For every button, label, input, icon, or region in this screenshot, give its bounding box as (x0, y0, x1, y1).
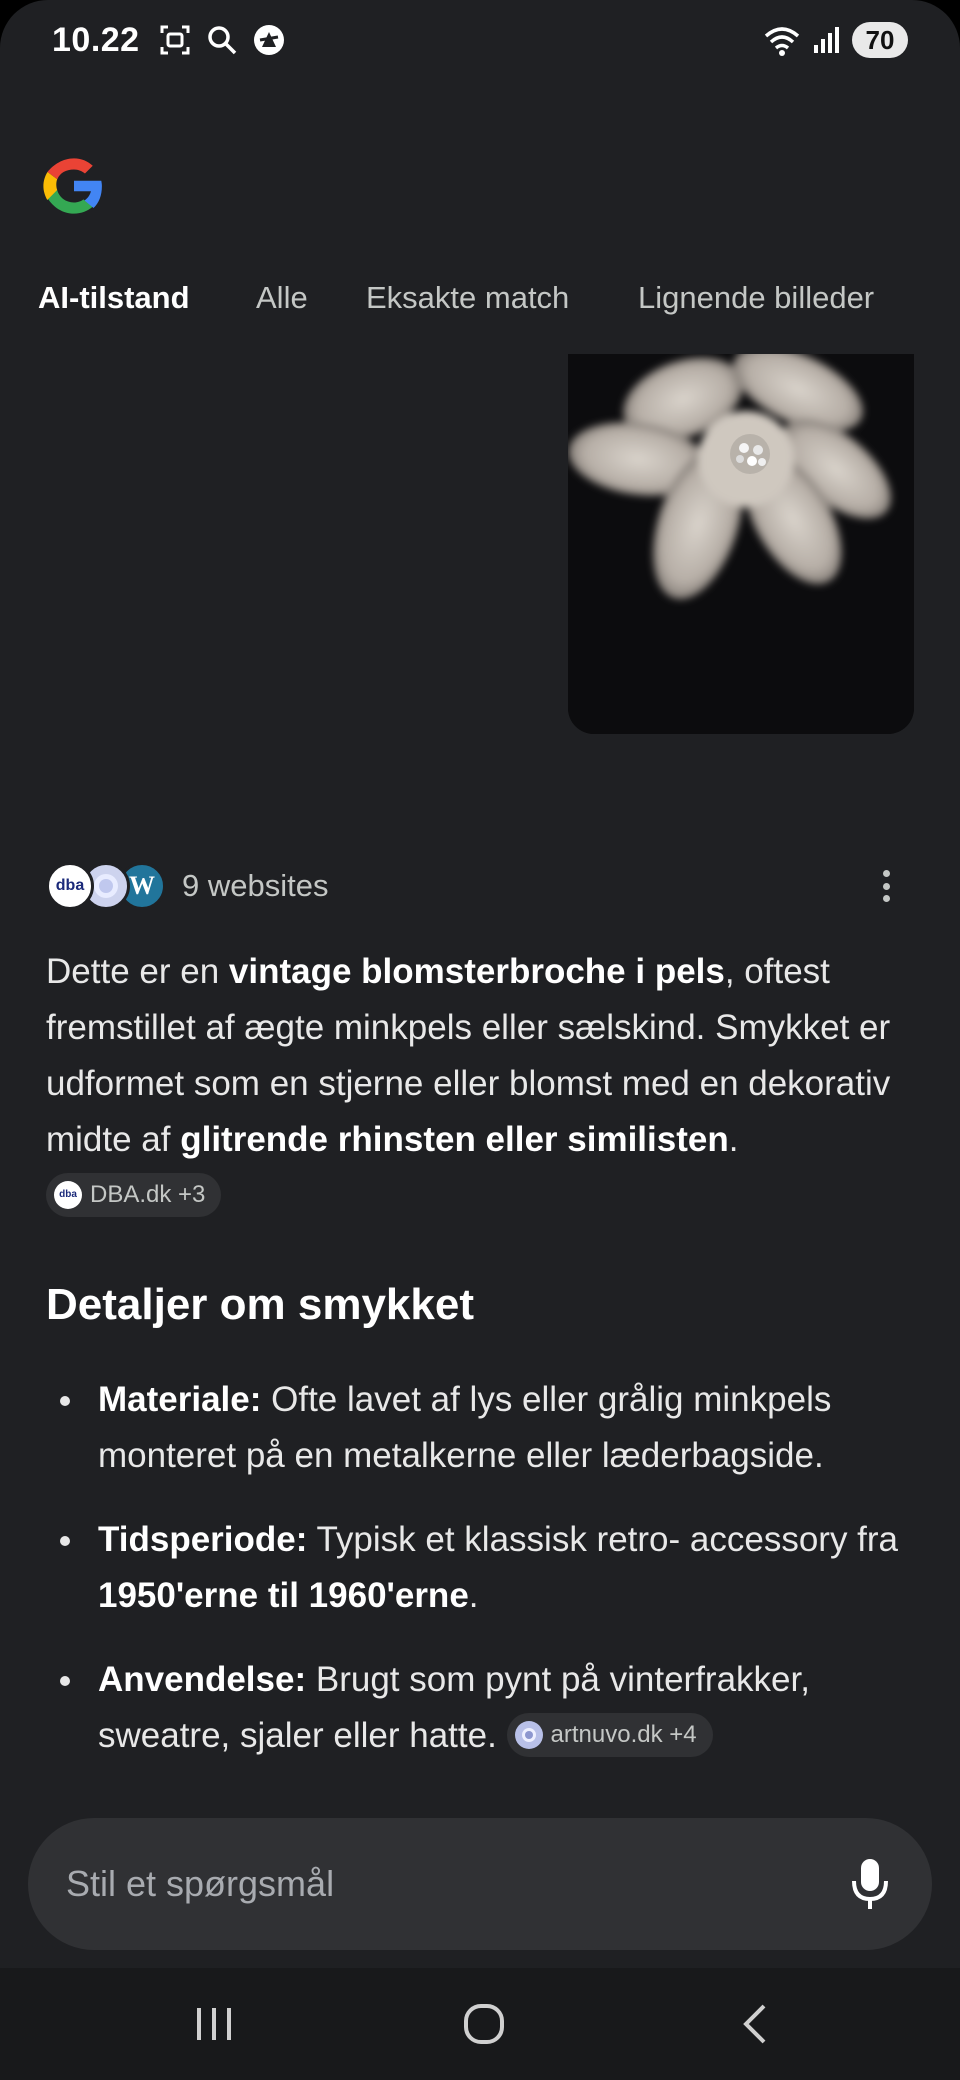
sources-count: 9 websites (182, 868, 329, 903)
dba-chip-icon: dba (54, 1180, 82, 1209)
google-logo[interactable] (38, 150, 110, 222)
bullet-title: Materiale: (98, 1380, 262, 1419)
answer-bold-2: glitrende rhinsten eller similisten (180, 1120, 729, 1159)
system-navigation-bar (0, 1968, 960, 2080)
bullet-title: Anvendelse: (98, 1660, 307, 1699)
recent-apps-icon[interactable] (184, 1998, 244, 2050)
details-list: Materiale: Ofte lavet af lys eller gråli… (46, 1372, 916, 1792)
status-bar: 10.22 70 (0, 0, 960, 80)
source-chip-label: DBA.dk +3 (90, 1180, 206, 1208)
tab-exact-match[interactable]: Eksakte match (366, 280, 569, 316)
ai-answer-paragraph: Dette er en vintage blomsterbroche i pel… (46, 944, 916, 1224)
ask-input[interactable] (66, 1863, 846, 1905)
signal-icon (814, 27, 839, 53)
tab-ai-mode[interactable]: AI-tilstand (38, 280, 190, 316)
more-options-icon[interactable] (872, 868, 900, 904)
source-chip-artnuvo[interactable]: artnuvo.dk +4 (506, 1712, 713, 1757)
result-tabs: AI-tilstand Alle Eksakte match Lignende … (0, 270, 960, 326)
battery-indicator: 70 (852, 22, 908, 58)
screenshot-icon (160, 25, 190, 55)
list-item: Anvendelse: Brugt som pynt på vinterfrak… (46, 1652, 916, 1764)
bullet-bold: 1950'erne til 1960'erne (98, 1576, 469, 1615)
back-icon[interactable] (724, 1998, 784, 2050)
home-icon[interactable] (454, 1998, 514, 2050)
ask-bar (28, 1818, 932, 1950)
answer-text-3: . (728, 1120, 739, 1159)
tab-all[interactable]: Alle (256, 280, 308, 316)
bullet-tail: . (468, 1576, 479, 1615)
globe-chip-icon (514, 1720, 543, 1749)
search-icon (207, 26, 236, 55)
sources-row[interactable]: dba W 9 websites (46, 860, 328, 912)
status-right: 70 (762, 22, 908, 58)
status-left-icons (158, 23, 286, 57)
dba-favicon-icon: dba (46, 862, 94, 910)
section-heading: Detaljer om smykket (46, 1280, 474, 1329)
query-image[interactable] (568, 354, 914, 734)
source-chip-label: artnuvo.dk +4 (550, 1720, 697, 1748)
list-item: Tidsperiode: Typisk et klassisk retro- a… (46, 1512, 916, 1624)
answer-bold-1: vintage blomsterbroche i pels (228, 952, 725, 991)
bullet-text: Typisk et klassisk retro- accessory fra (307, 1520, 899, 1559)
rhinestone-center (730, 434, 770, 474)
bullet-title: Tidsperiode: (98, 1520, 308, 1559)
answer-text-1: Dette er en (46, 952, 229, 991)
app-icon (253, 25, 284, 55)
wifi-icon (764, 27, 800, 56)
fur-brooch-image (568, 354, 914, 734)
status-time: 10.22 (52, 20, 140, 59)
screen: 10.22 70 AI-tilstand Alle Eksakte match … (0, 0, 960, 2080)
tab-similar-images[interactable]: Lignende billeder (638, 280, 874, 316)
list-item: Materiale: Ofte lavet af lys eller gråli… (46, 1372, 916, 1484)
microphone-icon[interactable] (846, 1854, 894, 1914)
source-chip-dba[interactable]: dba DBA.dk +3 (46, 1172, 222, 1217)
